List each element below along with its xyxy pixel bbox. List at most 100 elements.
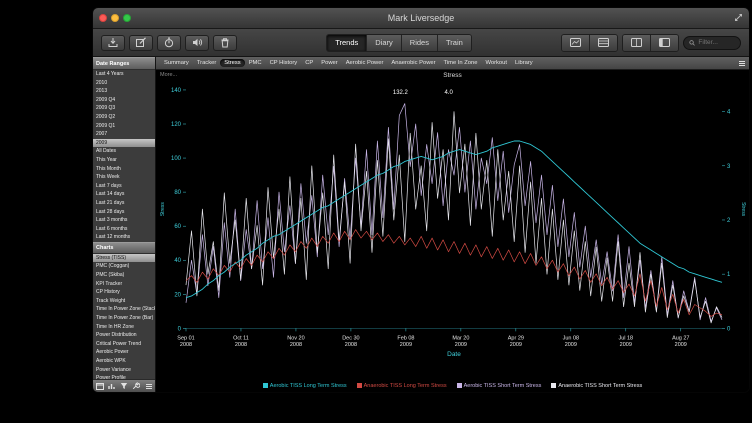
sidebar-item-cp-history[interactable]: CP History: [93, 288, 155, 297]
filter-field[interactable]: [683, 36, 741, 50]
tab-time-in-zone[interactable]: Time In Zone: [440, 59, 482, 67]
speaker-button[interactable]: [185, 35, 209, 51]
legend-item-aerobic-tiss-long-term-stress[interactable]: Aerobic TISS Long Term Stress: [263, 383, 347, 389]
compose-button[interactable]: [129, 35, 153, 51]
sidebar-item-2013[interactable]: 2013: [93, 87, 155, 96]
legend-label: Aerobic TISS Short Term Stress: [464, 383, 542, 389]
sidebar-item-last-21-days[interactable]: Last 21 days: [93, 199, 155, 208]
tab-anaerobic-power[interactable]: Anaerobic Power: [387, 59, 439, 67]
calendar-icon[interactable]: [96, 382, 104, 390]
sidebar-item-track-weight[interactable]: Track Weight: [93, 297, 155, 306]
view-tab-rides[interactable]: Rides: [402, 35, 438, 51]
minimize-button[interactable]: [111, 14, 119, 22]
sidebar-item-aerobic-wpk[interactable]: Aerobic WPK: [93, 357, 155, 366]
search-icon: [689, 39, 695, 47]
legend-item-anaerobic-tiss-long-term-stress[interactable]: Anaerobic TISS Long Term Stress: [357, 383, 447, 389]
sidebar-toolbar: [93, 379, 155, 392]
sidebar-item-kpi-tracker[interactable]: KPI Tracker: [93, 280, 155, 289]
sidebar-item-2009-q2[interactable]: 2009 Q2: [93, 113, 155, 122]
download-button[interactable]: [101, 35, 125, 51]
title-bar[interactable]: Mark Liversedge: [93, 8, 749, 29]
sidebar-item-last-4-years[interactable]: Last 4 Years: [93, 70, 155, 79]
svg-text:Oct 11: Oct 11: [233, 335, 249, 341]
sidebar-item-last-12-months[interactable]: Last 12 months: [93, 233, 155, 242]
tab-cp-history[interactable]: CP History: [266, 59, 302, 67]
sidebar-item-stress-tiss[interactable]: Stress (TISS): [93, 254, 155, 263]
tab-power[interactable]: Power: [317, 59, 341, 67]
view-tab-trends[interactable]: Trends: [327, 35, 367, 51]
legend-item-aerobic-tiss-short-term-stress[interactable]: Aerobic TISS Short Term Stress: [457, 383, 542, 389]
chart-view-button[interactable]: [562, 35, 590, 51]
table-view-button[interactable]: [590, 35, 617, 51]
tab-cp[interactable]: CP: [301, 59, 317, 67]
svg-text:0: 0: [178, 326, 182, 332]
sidebar-item-this-year[interactable]: This Year: [93, 156, 155, 165]
date-ranges-header[interactable]: Date Ranges: [93, 57, 155, 70]
sidebar-item-last-6-months[interactable]: Last 6 months: [93, 225, 155, 234]
zoom-button[interactable]: [123, 14, 131, 22]
toolbar-right-buttons: [561, 34, 741, 52]
view-tab-train[interactable]: Train: [438, 35, 471, 51]
svg-text:100: 100: [171, 156, 182, 162]
trash-button[interactable]: [213, 35, 237, 51]
sidebar-item-2010[interactable]: 2010: [93, 79, 155, 88]
svg-text:40: 40: [174, 258, 181, 264]
svg-text:2008: 2008: [180, 342, 192, 348]
legend-item-anaerobic-tiss-short-term-stress[interactable]: Anaerobic TISS Short Term Stress: [551, 383, 642, 389]
tab-workout[interactable]: Workout: [481, 59, 510, 67]
sidebar-item-this-month[interactable]: This Month: [93, 165, 155, 174]
tab-summary[interactable]: Summary: [160, 59, 193, 67]
close-button[interactable]: [99, 14, 107, 22]
chart-tabbar: SummaryTrackerStressPMCCP HistoryCPPower…: [156, 57, 749, 70]
sidebar-item-2009[interactable]: 2009: [93, 139, 155, 148]
tab-pmc[interactable]: PMC: [245, 59, 266, 67]
sidebar-item-last-7-days[interactable]: Last 7 days: [93, 182, 155, 191]
svg-text:2008: 2008: [235, 342, 247, 348]
bar-chart-icon[interactable]: [108, 382, 116, 390]
funnel-icon[interactable]: [120, 382, 128, 390]
svg-text:2009: 2009: [510, 342, 522, 348]
svg-text:1: 1: [727, 272, 731, 278]
toolbar-left-buttons: [101, 35, 237, 51]
sidebar-item-2009-q3[interactable]: 2009 Q3: [93, 104, 155, 113]
sidebar-item-2007[interactable]: 2007: [93, 130, 155, 139]
filter-input[interactable]: [698, 39, 735, 46]
chart-area: More... Stress 02040608010012014001234Se…: [156, 70, 749, 392]
tab-aerobic-power[interactable]: Aerobic Power: [342, 59, 388, 67]
sidebar-toggle-button[interactable]: [651, 35, 678, 51]
sidebar-item-last-14-days[interactable]: Last 14 days: [93, 190, 155, 199]
sidebar-item-2009-q4[interactable]: 2009 Q4: [93, 96, 155, 105]
svg-text:2008: 2008: [290, 342, 302, 348]
tabbar-menu-icon[interactable]: [739, 61, 745, 66]
tab-library[interactable]: Library: [511, 59, 537, 67]
fullscreen-icon[interactable]: [734, 13, 743, 22]
sidebar-item-last-28-days[interactable]: Last 28 days: [93, 208, 155, 217]
svg-text:3: 3: [727, 164, 731, 170]
wrench-icon[interactable]: [132, 382, 140, 390]
sidebar-item-pmc-skiba[interactable]: PMC (Skiba): [93, 271, 155, 280]
view-tab-diary[interactable]: Diary: [367, 35, 402, 51]
sidebar-item-this-week[interactable]: This Week: [93, 173, 155, 182]
tile-layout-button[interactable]: [623, 35, 651, 51]
sidebar-item-2009-q1[interactable]: 2009 Q1: [93, 122, 155, 131]
tab-tracker[interactable]: Tracker: [193, 59, 220, 67]
sidebar-item-aerobic-power[interactable]: Aerobic Power: [93, 348, 155, 357]
stopwatch-button[interactable]: [157, 35, 181, 51]
charts-header[interactable]: Charts: [93, 242, 155, 254]
svg-text:Feb 08: Feb 08: [397, 335, 414, 341]
tab-stress[interactable]: Stress: [220, 59, 244, 67]
sidebar-item-pmc-coggan[interactable]: PMC (Coggan): [93, 262, 155, 271]
sidebar-item-all-dates[interactable]: All Dates: [93, 147, 155, 156]
sidebar-item-power-variance[interactable]: Power Variance: [93, 366, 155, 375]
more-link[interactable]: More...: [160, 72, 177, 78]
sidebar-item-time-in-power-zone-bar[interactable]: Time In Power Zone (Bar): [93, 314, 155, 323]
svg-text:Stress: Stress: [160, 202, 166, 217]
stress-chart[interactable]: 02040608010012014001234Sep 012008Oct 112…: [156, 82, 749, 379]
sidebar-item-last-3-months[interactable]: Last 3 months: [93, 216, 155, 225]
sidebar-item-critical-power-trend[interactable]: Critical Power Trend: [93, 340, 155, 349]
sidebar-item-time-in-power-zone-stacked[interactable]: Time In Power Zone (Stacked): [93, 305, 155, 314]
sidebar-menu-icon[interactable]: [146, 384, 152, 389]
sidebar-item-power-distribution[interactable]: Power Distribution: [93, 331, 155, 340]
sidebar-item-time-in-hr-zone[interactable]: Time In HR Zone: [93, 323, 155, 332]
main-panel: SummaryTrackerStressPMCCP HistoryCPPower…: [156, 57, 749, 392]
